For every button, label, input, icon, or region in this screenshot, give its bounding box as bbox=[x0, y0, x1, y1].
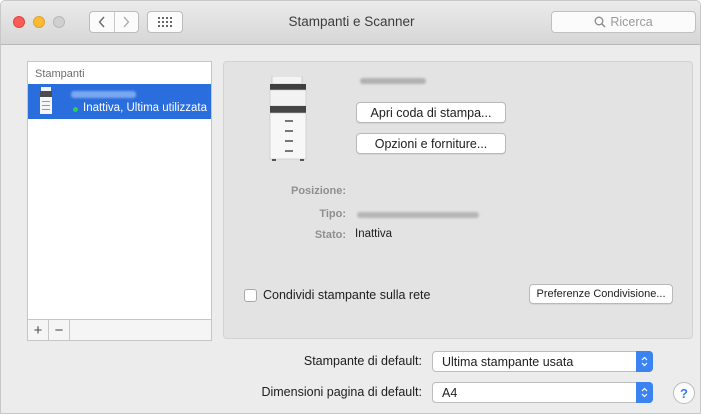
location-label: Posizione: bbox=[290, 185, 346, 197]
state-value: Inattiva bbox=[355, 228, 393, 240]
paper-size-value: A4 bbox=[442, 385, 458, 400]
share-printer-option[interactable]: Condividi stampante sulla rete bbox=[244, 288, 430, 302]
paper-size-popup[interactable]: A4 bbox=[432, 382, 653, 403]
printer-name-redacted bbox=[360, 78, 426, 84]
printer-name-redacted bbox=[71, 91, 136, 98]
printer-list-header: Stampanti bbox=[35, 68, 85, 80]
chevron-updown-icon bbox=[641, 356, 648, 367]
search-icon bbox=[594, 16, 606, 28]
list-controls: + − bbox=[27, 319, 212, 341]
default-printer-popup[interactable]: Ultima stampante usata bbox=[432, 351, 653, 372]
share-printer-checkbox[interactable] bbox=[244, 288, 257, 302]
popup-arrows bbox=[636, 382, 653, 403]
status-dot bbox=[73, 107, 78, 112]
printer-icon bbox=[40, 87, 52, 114]
state-label: Stato: bbox=[314, 229, 346, 241]
search-field[interactable]: Ricerca bbox=[551, 11, 696, 33]
options-supplies-button[interactable]: Opzioni e forniture... bbox=[356, 133, 506, 154]
popup-arrows bbox=[636, 351, 653, 372]
printer-detail-panel: Apri coda di stampa... Opzioni e fornitu… bbox=[223, 61, 693, 339]
printer-status: Inattiva, Ultima utilizzata bbox=[83, 102, 207, 114]
share-printer-label: Condividi stampante sulla rete bbox=[263, 288, 431, 302]
search-placeholder: Ricerca bbox=[610, 15, 653, 29]
add-printer-button[interactable]: + bbox=[28, 320, 49, 340]
printer-icon bbox=[269, 76, 307, 161]
preferences-window: Stampanti e Scanner Ricerca Stampanti In… bbox=[0, 0, 701, 414]
title-bar: Stampanti e Scanner Ricerca bbox=[1, 1, 700, 45]
sharing-preferences-button[interactable]: Preferenze Condivisione... bbox=[529, 284, 673, 304]
remove-printer-button[interactable]: − bbox=[49, 320, 70, 340]
paper-size-label: Dimensioni pagina di default: bbox=[261, 385, 422, 399]
printer-list-item[interactable]: Inattiva, Ultima utilizzata bbox=[28, 84, 211, 119]
type-label: Tipo: bbox=[319, 208, 346, 220]
open-print-queue-button[interactable]: Apri coda di stampa... bbox=[356, 102, 506, 123]
default-printer-label: Stampante di default: bbox=[303, 354, 422, 368]
printer-list: Stampanti Inattiva, Ultima utilizzata bbox=[27, 61, 212, 341]
type-value-redacted bbox=[357, 212, 479, 218]
chevron-updown-icon bbox=[641, 387, 648, 398]
help-icon: ? bbox=[680, 385, 688, 401]
help-button[interactable]: ? bbox=[673, 382, 695, 404]
default-printer-value: Ultima stampante usata bbox=[442, 354, 574, 369]
